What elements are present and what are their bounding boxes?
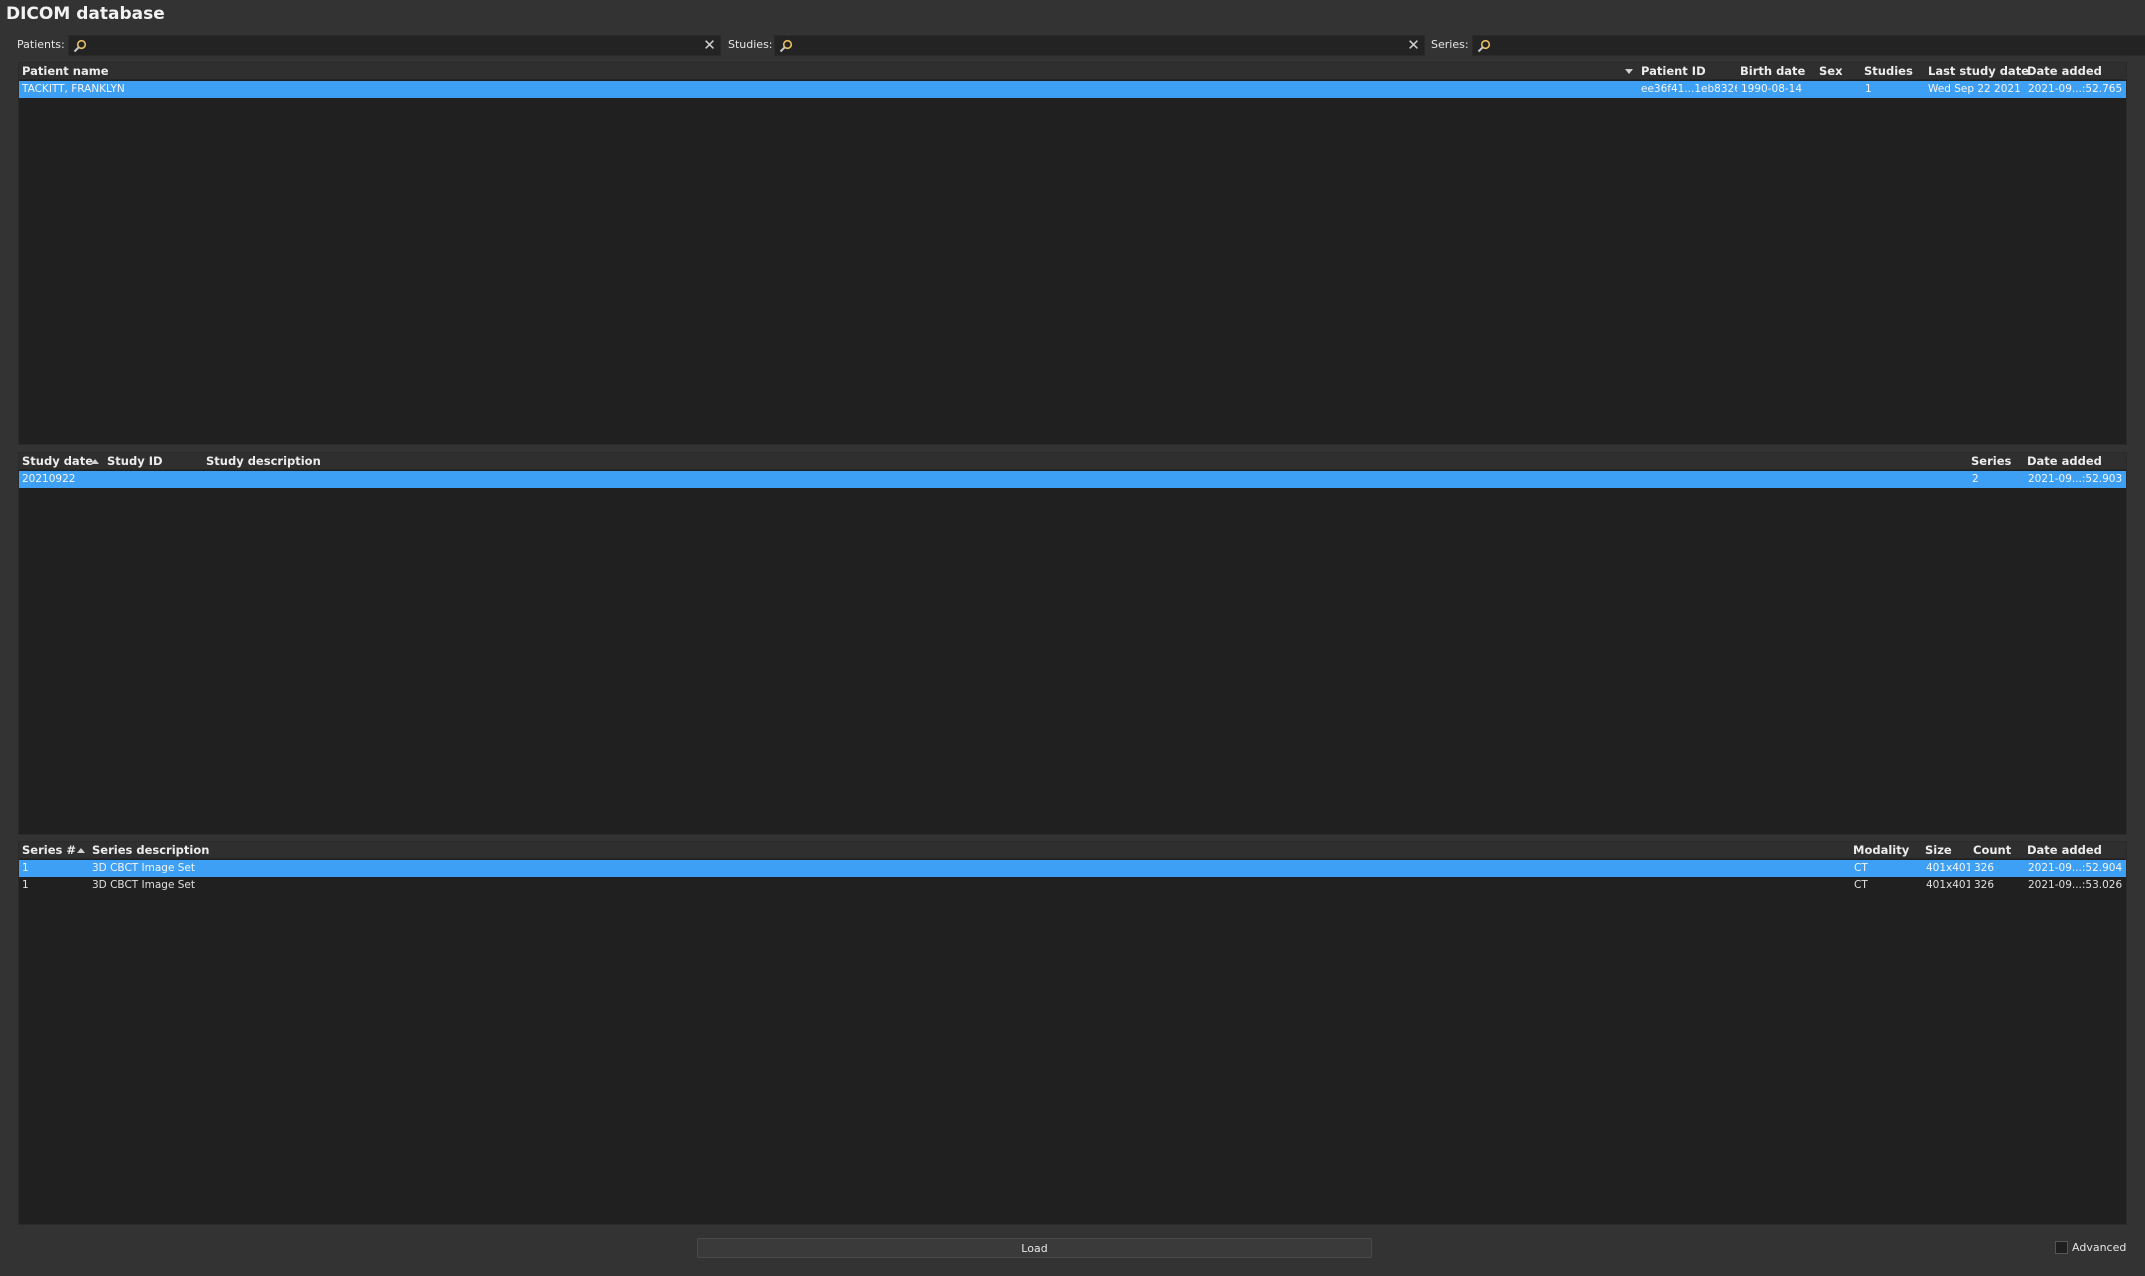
table-row[interactable]: 20210922 2 2021-09...:52.903 bbox=[19, 471, 2126, 488]
window-title: DICOM database bbox=[6, 4, 165, 24]
cell-study-description bbox=[203, 471, 1963, 488]
series-search-label: Series: bbox=[1431, 38, 1469, 51]
studies-search-box[interactable]: ✕ bbox=[774, 35, 1425, 56]
series-table[interactable]: Series # Series description Modality Siz… bbox=[18, 841, 2127, 1225]
column-header-date-added[interactable]: Date added bbox=[2024, 453, 2102, 470]
studies-search-label: Studies: bbox=[728, 38, 773, 51]
column-header-birth-date[interactable]: Birth date bbox=[1737, 63, 1805, 80]
patients-search-box[interactable]: ✕ bbox=[68, 35, 721, 56]
cell-series: 2 bbox=[1972, 473, 1979, 485]
cell-patient-name: TACKITT, FRANKLYN bbox=[22, 83, 125, 95]
cell-series-description: 3D CBCT Image Set bbox=[92, 862, 196, 874]
series-table-header: Series # Series description Modality Siz… bbox=[19, 842, 2126, 859]
search-icon bbox=[779, 39, 793, 53]
cell-size: 401x401 bbox=[1926, 879, 1970, 891]
column-header-date-added[interactable]: Date added bbox=[2024, 842, 2102, 859]
column-header-patient-id[interactable]: Patient ID bbox=[1638, 63, 1706, 80]
cell-study-date: 20210922 bbox=[22, 473, 76, 485]
patients-table-header: Patient name Patient ID Birth date Sex S… bbox=[19, 63, 2126, 80]
table-row[interactable]: 1 3D CBCT Image Set CT 401x401 326 2021-… bbox=[19, 860, 2126, 877]
column-header-study-description[interactable]: Study description bbox=[203, 453, 321, 470]
column-header-studies[interactable]: Studies bbox=[1861, 63, 1913, 80]
cell-birth-date: 1990-08-14 bbox=[1741, 83, 1803, 95]
cell-last-study-date: Wed Sep 22 2021 bbox=[1928, 83, 2021, 95]
clear-icon[interactable]: ✕ bbox=[701, 37, 718, 54]
cell-series-number: 1 bbox=[22, 879, 29, 891]
patients-search-label: Patients: bbox=[17, 38, 65, 51]
cell-modality: CT bbox=[1854, 879, 1868, 891]
cell-size: 401x401 bbox=[1926, 862, 1970, 874]
column-header-last-study-date[interactable]: Last study date bbox=[1925, 63, 2029, 80]
advanced-label: Advanced bbox=[2072, 1241, 2127, 1254]
cell-date-added: 2021-09...:52.765 bbox=[2028, 83, 2123, 95]
column-header-sex[interactable]: Sex bbox=[1816, 63, 1843, 80]
series-search-input[interactable] bbox=[1495, 37, 2145, 54]
studies-search-row: Studies: ✕ bbox=[725, 35, 1430, 56]
column-header-series[interactable]: Series bbox=[1968, 453, 2011, 470]
column-header-patient-name[interactable]: Patient name bbox=[19, 63, 109, 80]
column-header-study-date[interactable]: Study date bbox=[19, 453, 93, 470]
column-header-series-description[interactable]: Series description bbox=[89, 842, 209, 859]
load-button[interactable]: Load bbox=[697, 1238, 1372, 1258]
sort-ascending-icon bbox=[77, 848, 85, 853]
cell-count: 326 bbox=[1974, 862, 1995, 874]
patients-search-input[interactable] bbox=[91, 37, 698, 54]
cell-series-description: 3D CBCT Image Set bbox=[92, 879, 196, 891]
column-header-count[interactable]: Count bbox=[1970, 842, 2011, 859]
cell-modality: CT bbox=[1854, 862, 1868, 874]
column-header-series-number[interactable]: Series # bbox=[19, 842, 76, 859]
table-row[interactable]: TACKITT, FRANKLYN ee36f41...1eb8326 1990… bbox=[19, 81, 2126, 98]
cell-count: 326 bbox=[1974, 879, 1995, 891]
cell-date-added: 2021-09...:52.903 bbox=[2028, 473, 2123, 485]
column-header-modality[interactable]: Modality bbox=[1850, 842, 1909, 859]
patients-search-row: Patients: ✕ bbox=[0, 35, 725, 56]
sort-ascending-icon bbox=[91, 459, 99, 464]
studies-table[interactable]: Study date Study ID Study description Se… bbox=[18, 452, 2127, 835]
series-search-row: Series: ✕ bbox=[1430, 35, 2145, 56]
column-header-date-added[interactable]: Date added bbox=[2024, 63, 2102, 80]
search-icon bbox=[73, 39, 87, 53]
table-row[interactable]: 1 3D CBCT Image Set CT 401x401 326 2021-… bbox=[19, 877, 2126, 894]
column-header-size[interactable]: Size bbox=[1922, 842, 1952, 859]
patients-table[interactable]: Patient name Patient ID Birth date Sex S… bbox=[18, 62, 2127, 445]
clear-icon[interactable]: ✕ bbox=[1405, 37, 1422, 54]
studies-search-input[interactable] bbox=[797, 37, 1402, 54]
studies-table-header: Study date Study ID Study description Se… bbox=[19, 453, 2126, 470]
cell-series-number: 1 bbox=[22, 862, 29, 874]
cell-patient-id: ee36f41...1eb8326 bbox=[1641, 83, 1737, 95]
cell-studies: 1 bbox=[1865, 83, 1872, 95]
column-header-study-id[interactable]: Study ID bbox=[104, 453, 163, 470]
cell-sex bbox=[1816, 81, 1861, 98]
series-search-box[interactable]: ✕ bbox=[1472, 35, 2145, 56]
search-icon bbox=[1477, 39, 1491, 53]
sort-descending-icon bbox=[1625, 69, 1633, 74]
cell-date-added: 2021-09...:52.904 bbox=[2028, 862, 2123, 874]
cell-date-added: 2021-09...:53.026 bbox=[2028, 879, 2123, 891]
advanced-checkbox[interactable] bbox=[2055, 1241, 2068, 1254]
cell-study-id bbox=[104, 471, 202, 488]
